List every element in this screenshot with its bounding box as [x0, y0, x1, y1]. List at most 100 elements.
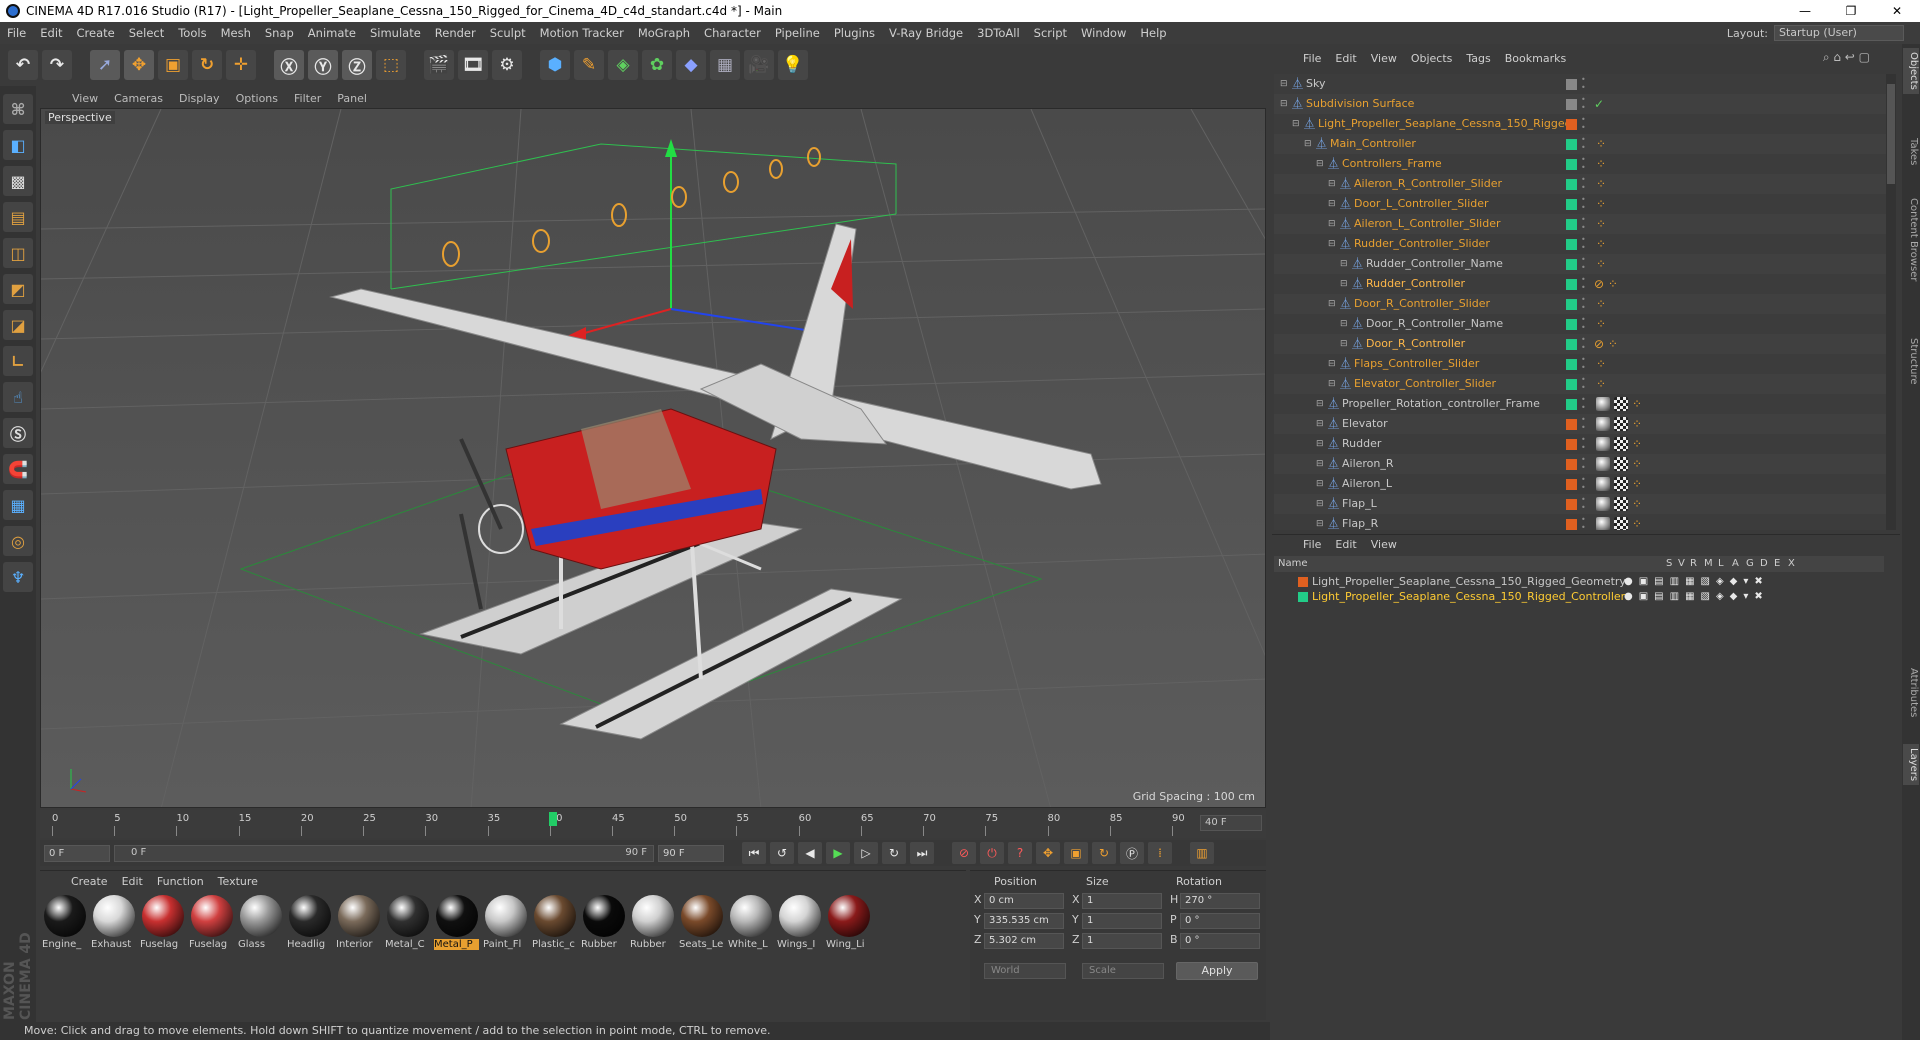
- viewport-menu-view[interactable]: View: [64, 92, 106, 105]
- layer-color-swatch[interactable]: [1566, 459, 1577, 470]
- material-preview-ball[interactable]: [778, 895, 821, 937]
- maximize-button[interactable]: ❐: [1828, 0, 1874, 22]
- rotate-tool-icon[interactable]: ↻: [192, 50, 222, 80]
- expression-tag-icon[interactable]: ⁘: [1632, 514, 1642, 530]
- playhead-marker[interactable]: [549, 812, 558, 826]
- material-preview-ball[interactable]: [533, 895, 576, 937]
- object-row[interactable]: ⊟ ⏅ Door_R_Controller_Name • • ⁘: [1274, 314, 1886, 334]
- object-row[interactable]: ⊟ ⏅ Aileron_L_Controller_Slider • • ⁘: [1274, 214, 1886, 234]
- expression-tag-icon[interactable]: ⁘: [1632, 474, 1642, 494]
- object-menu-edit[interactable]: Edit: [1328, 52, 1363, 65]
- layer-color-swatch[interactable]: [1566, 399, 1577, 410]
- uvw-tag-icon[interactable]: [1614, 417, 1628, 431]
- size-z-field[interactable]: 1: [1082, 933, 1162, 949]
- object-row[interactable]: ⊟ ⏅ Door_L_Controller_Slider • • ⁘: [1274, 194, 1886, 214]
- size-y-field[interactable]: 1: [1082, 913, 1162, 929]
- viewport-menu-filter[interactable]: Filter: [286, 92, 329, 105]
- material-item[interactable]: Plastic_c: [532, 895, 577, 950]
- viewport-menu-options[interactable]: Options: [228, 92, 286, 105]
- expression-tag-icon[interactable]: ⁘: [1596, 194, 1606, 214]
- object-row[interactable]: ⊟ ⏅ Main_Controller • • ⁘: [1274, 134, 1886, 154]
- render-picture-viewer-icon[interactable]: 🎞: [458, 50, 488, 80]
- rotation-p-field[interactable]: 0 °: [1180, 913, 1260, 929]
- points-mode-icon[interactable]: ◫: [3, 238, 33, 268]
- expand-toggle-icon[interactable]: ⊟: [1280, 94, 1288, 114]
- key-scale-icon[interactable]: ▣: [1064, 842, 1088, 864]
- side-tab-takes[interactable]: Takes: [1903, 134, 1919, 169]
- pen-spline-icon[interactable]: ✎: [574, 50, 604, 80]
- material-item[interactable]: Glass: [238, 895, 283, 950]
- menu-render[interactable]: Render: [428, 26, 483, 40]
- timeline-ruler[interactable]: 051015202530354045505560657075808590 40 …: [40, 810, 1266, 838]
- expand-toggle-icon[interactable]: ⊟: [1316, 514, 1324, 530]
- material-tag-icon[interactable]: [1596, 497, 1610, 511]
- expression-tag-icon[interactable]: ⁘: [1596, 174, 1606, 194]
- expand-toggle-icon[interactable]: ⊟: [1340, 254, 1348, 274]
- expand-toggle-icon[interactable]: ⊟: [1340, 274, 1348, 294]
- expand-toggle-icon[interactable]: ⊟: [1316, 394, 1324, 414]
- object-row[interactable]: ⊟ ⏅ Flap_L • • ⁘: [1274, 494, 1886, 514]
- redo-icon[interactable]: ↷: [42, 50, 72, 80]
- material-item[interactable]: Rubber: [581, 895, 626, 950]
- layer-row[interactable]: Light_Propeller_Seaplane_Cessna_150_Rigg…: [1274, 574, 1884, 590]
- visibility-dots-icon[interactable]: • •: [1581, 396, 1587, 412]
- material-item[interactable]: Seats_Le: [679, 895, 724, 950]
- object-row[interactable]: ⊟ ⏅ Door_R_Controller • • ⊘ ⁘: [1274, 334, 1886, 354]
- object-row[interactable]: ⊟ ⏅ Flap_R • • ⁘: [1274, 514, 1886, 530]
- coord-system-dropdown[interactable]: World: [984, 963, 1066, 979]
- layer-flags-icon[interactable]: ●▣▤▥▦▧◈◆▾✖: [1624, 574, 1769, 590]
- restriction-tag-icon[interactable]: ⊘ ⁘: [1594, 274, 1618, 294]
- expand-toggle-icon[interactable]: ⊟: [1328, 374, 1336, 394]
- material-preview-ball[interactable]: [386, 895, 429, 937]
- material-menu-edit[interactable]: Edit: [115, 875, 150, 888]
- position-x-field[interactable]: 0 cm: [984, 893, 1064, 909]
- current-frame-field[interactable]: 40 F: [1200, 815, 1262, 831]
- layer-color-swatch[interactable]: [1566, 239, 1577, 250]
- close-button[interactable]: ✕: [1874, 0, 1920, 22]
- frame-range-slider[interactable]: 0 F 90 F: [114, 844, 654, 862]
- material-item[interactable]: Metal_P: [434, 895, 479, 950]
- tweak-mode-icon[interactable]: ☝: [3, 382, 33, 412]
- menu-tools[interactable]: Tools: [171, 26, 213, 40]
- 3d-viewport[interactable]: Perspective Grid Spacing : 100 cm: [40, 108, 1266, 808]
- expression-tag-icon[interactable]: ⁘: [1632, 394, 1642, 414]
- visibility-dots-icon[interactable]: • •: [1581, 96, 1587, 112]
- expression-tag-icon[interactable]: ⁘: [1632, 454, 1642, 474]
- next-frame-icon[interactable]: ▷: [854, 842, 878, 864]
- material-item[interactable]: Metal_C: [385, 895, 430, 950]
- layer-color-swatch[interactable]: [1298, 577, 1308, 587]
- layer-color-swatch[interactable]: [1566, 499, 1577, 510]
- menu-animate[interactable]: Animate: [301, 26, 363, 40]
- floor-environment-icon[interactable]: ▦: [710, 50, 740, 80]
- layer-color-swatch[interactable]: [1566, 439, 1577, 450]
- object-menu-objects[interactable]: Objects: [1404, 52, 1460, 65]
- object-row[interactable]: ⊟ ⏅ Elevator_Controller_Slider • • ⁘: [1274, 374, 1886, 394]
- side-tab-content-browser[interactable]: Content Browser: [1903, 194, 1919, 285]
- expand-toggle-icon[interactable]: ⊟: [1328, 354, 1336, 374]
- rotation-b-field[interactable]: 0 °: [1180, 933, 1260, 949]
- uvw-tag-icon[interactable]: [1614, 457, 1628, 471]
- expression-tag-icon[interactable]: ⁘: [1596, 354, 1606, 374]
- menu-snap[interactable]: Snap: [258, 26, 301, 40]
- expand-toggle-icon[interactable]: ⊟: [1316, 434, 1324, 454]
- prev-frame-icon[interactable]: ◀: [798, 842, 822, 864]
- object-row[interactable]: ⊟ ⏅ Propeller_Rotation_controller_Frame • • ⁘: [1274, 394, 1886, 414]
- apply-button[interactable]: Apply: [1176, 962, 1258, 980]
- visibility-dots-icon[interactable]: • •: [1581, 336, 1587, 352]
- material-preview-ball[interactable]: [484, 895, 527, 937]
- texture-mode-icon[interactable]: ▩: [3, 166, 33, 196]
- layer-color-swatch[interactable]: [1566, 199, 1577, 210]
- visibility-dots-icon[interactable]: • •: [1581, 116, 1587, 132]
- move-tool-icon[interactable]: ✥: [124, 50, 154, 80]
- layer-color-swatch[interactable]: [1566, 319, 1577, 330]
- auto-key-icon[interactable]: ⏻: [980, 842, 1004, 864]
- material-item[interactable]: Engine_: [42, 895, 87, 950]
- size-x-field[interactable]: 1: [1082, 893, 1162, 909]
- snap-icon[interactable]: Ⓢ: [3, 418, 33, 448]
- layer-row[interactable]: Light_Propeller_Seaplane_Cessna_150_Rigg…: [1274, 589, 1884, 605]
- expression-tag-icon[interactable]: ⁘: [1632, 434, 1642, 454]
- material-tag-icon[interactable]: [1596, 397, 1610, 411]
- visibility-dots-icon[interactable]: • •: [1581, 216, 1587, 232]
- visibility-dots-icon[interactable]: • •: [1581, 496, 1587, 512]
- visibility-dots-icon[interactable]: • •: [1581, 136, 1587, 152]
